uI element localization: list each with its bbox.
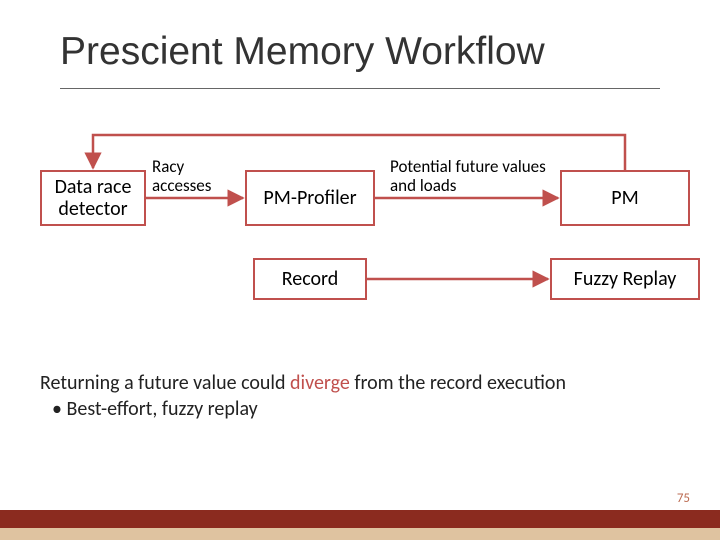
box-fuzzy-replay: Fuzzy Replay [550,258,700,300]
label-potential-future: Potential future values and loads [390,158,550,195]
slide-title: Prescient Memory Workflow [60,30,545,74]
page-number: 75 [677,491,690,506]
footer-bar-light [0,528,720,540]
body-line1-post: from the record execution [350,371,566,395]
body-line1-accent: diverge [290,371,350,395]
box-pm: PM [560,170,690,226]
slide: Prescient Memory Workflow Data race dete… [0,0,720,540]
box-pm-profiler: PM-Profiler [245,170,375,226]
body-line1-pre: Returning a future value could [40,371,290,395]
footer-bar-dark [0,510,720,528]
body-bullet1: • Best-effort, fuzzy replay [52,397,258,421]
body-text: Returning a future value could diverge f… [40,370,680,422]
title-underline [60,88,660,89]
box-data-race-detector: Data race detector [40,170,146,226]
label-racy-accesses: Racy accesses [152,158,242,195]
box-record: Record [253,258,367,300]
